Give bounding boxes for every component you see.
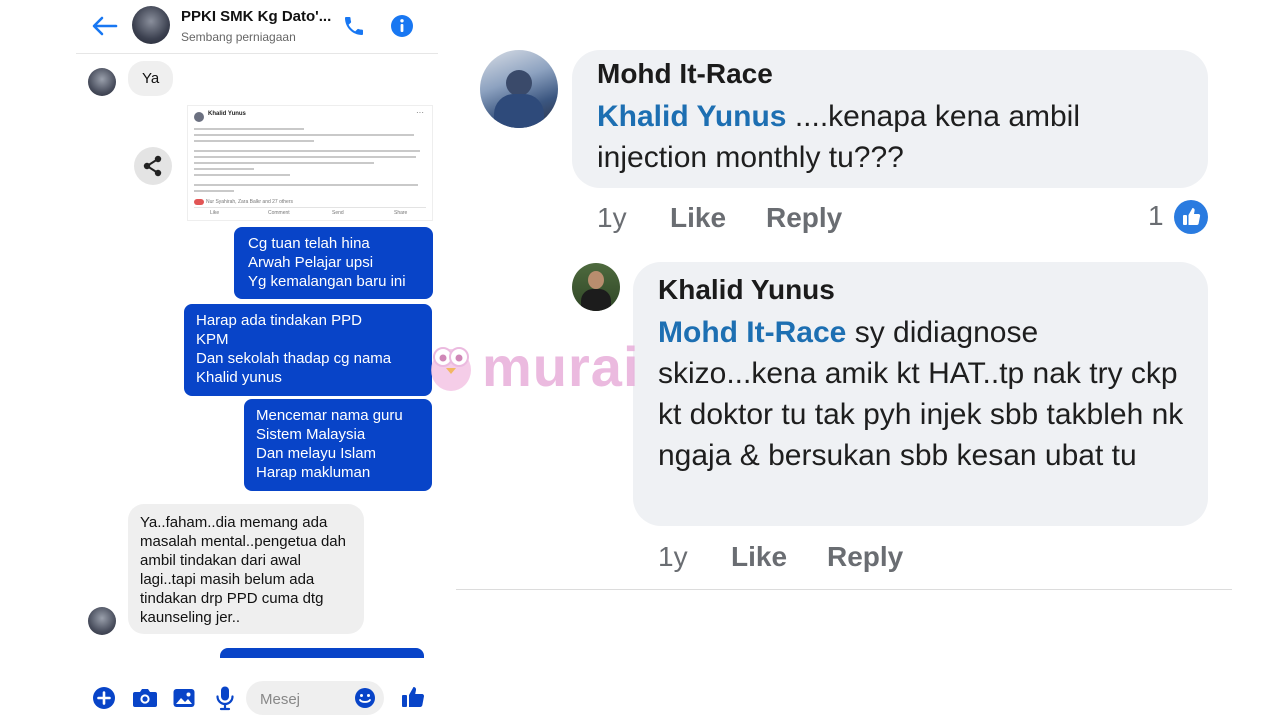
share-button[interactable] (134, 147, 172, 185)
watermark-text: murai (482, 335, 640, 398)
plus-icon[interactable] (92, 686, 116, 710)
post-like-action: Like (210, 210, 220, 216)
message-bubble[interactable]: Mencemar nama guru Sistem Malaysia Dan m… (244, 399, 432, 491)
comment-mention[interactable]: Mohd It-Race (658, 316, 846, 349)
shared-post-card[interactable]: Khalid Yunus ··· Nur Syahirah, Zara Balk… (188, 106, 432, 220)
post-author-avatar (194, 112, 204, 122)
reply-button[interactable]: Reply (827, 541, 903, 573)
panel-divider (456, 589, 1232, 590)
like-reaction-icon[interactable] (1174, 200, 1208, 234)
group-avatar[interactable] (132, 6, 170, 44)
message-bubble[interactable]: Ya (128, 61, 174, 96)
comment-author[interactable]: Khalid Yunus (658, 274, 835, 306)
back-arrow-icon[interactable] (90, 14, 118, 38)
message-bubble-partial (220, 648, 424, 658)
post-author-name: Khalid Yunus (208, 111, 246, 117)
post-comment-action: Comment (268, 210, 290, 216)
commenter-avatar[interactable] (572, 263, 620, 311)
comment-text: Mohd It-Race sy didiagnose skizo...kena … (658, 312, 1188, 476)
sender-avatar[interactable] (88, 607, 116, 635)
like-button[interactable]: Like (731, 541, 787, 573)
commenter-avatar[interactable] (480, 50, 558, 128)
post-reactions-icon (194, 199, 204, 205)
messenger-panel: PPKI SMK Kg Dato'... Sembang perniagaan … (76, 0, 438, 720)
thumbs-up-icon[interactable] (400, 684, 426, 710)
post-share-action: Share (394, 210, 408, 216)
message-input[interactable] (258, 688, 352, 710)
comment-mention[interactable]: Khalid Yunus (597, 100, 786, 133)
info-icon[interactable] (390, 14, 414, 38)
reply-button[interactable]: Reply (766, 202, 842, 234)
microphone-icon[interactable] (214, 685, 236, 711)
facebook-comments-panel: Mohd It-Race Khalid Yunus ....kenapa ken… (456, 50, 1232, 590)
comment-text: Khalid Yunus ....kenapa kena ambil injec… (597, 96, 1197, 178)
like-button[interactable]: Like (670, 202, 726, 234)
bird-logo-icon (431, 347, 471, 391)
camera-icon[interactable] (132, 686, 158, 710)
post-reaction-summary: Nur Syahirah, Zara Balkr and 27 others (206, 199, 293, 205)
post-send-action: Send (332, 210, 344, 216)
message-composer[interactable] (246, 681, 384, 715)
watermark: murai (426, 335, 639, 398)
comment-time: 1y (597, 202, 627, 233)
comment-time: 1y (658, 541, 688, 572)
message-bubble[interactable]: Ya..faham..dia memang ada masalah mental… (128, 504, 364, 634)
sender-avatar[interactable] (88, 68, 116, 96)
emoji-icon[interactable] (354, 687, 376, 709)
phone-call-icon[interactable] (342, 14, 366, 38)
photo-gallery-icon[interactable] (172, 686, 196, 710)
post-more-icon: ··· (416, 108, 424, 117)
chat-subtitle: Sembang perniagaan (181, 30, 296, 44)
reaction-count: 1 (1148, 200, 1164, 231)
message-bubble[interactable]: Cg tuan telah hina Arwah Pelajar upsi Yg… (234, 227, 433, 299)
message-bubble[interactable]: Harap ada tindakan PPD KPM Dan sekolah t… (184, 304, 432, 396)
share-icon (143, 155, 162, 177)
chat-title[interactable]: PPKI SMK Kg Dato'... (181, 8, 331, 25)
header-divider (76, 53, 438, 54)
comment-author[interactable]: Mohd It-Race (597, 58, 773, 90)
